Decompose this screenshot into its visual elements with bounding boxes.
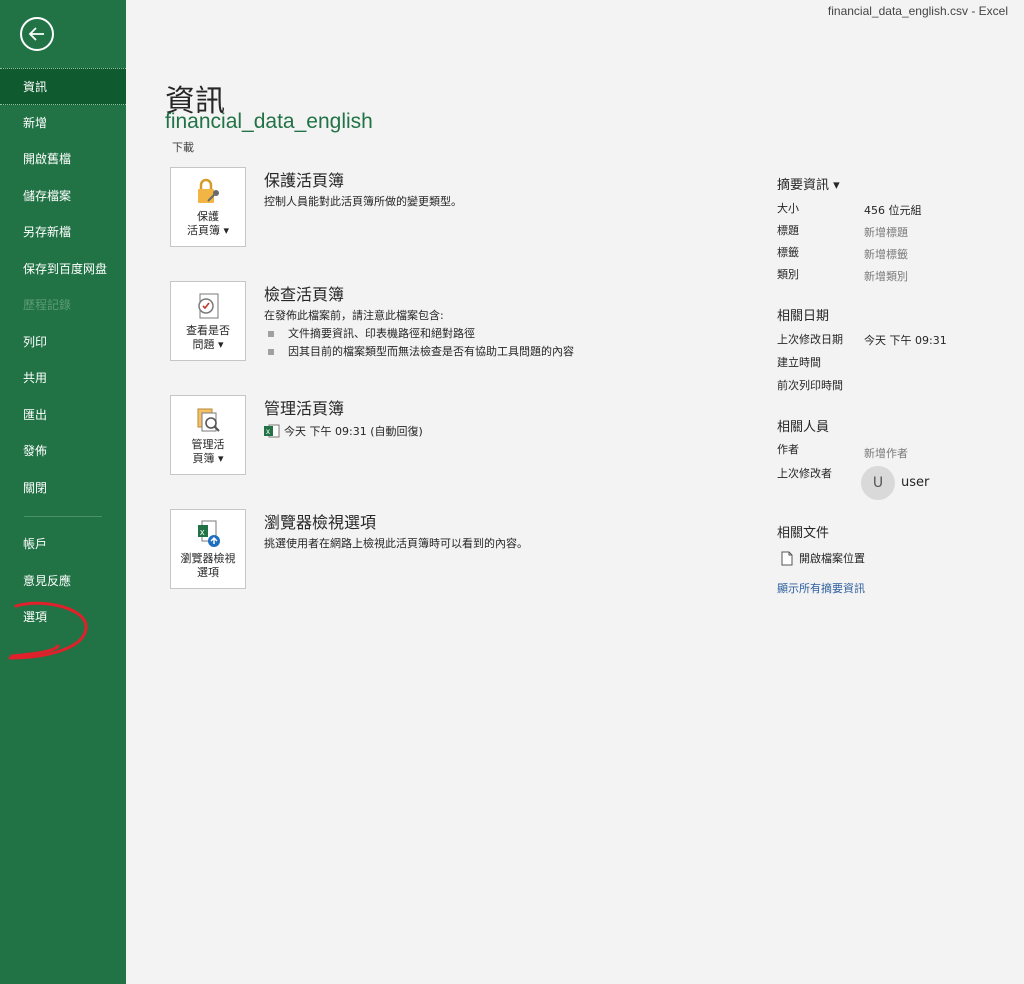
nav-item-publish[interactable]: 發佈 (0, 433, 126, 470)
prop-value-author[interactable]: 新增作者 (864, 445, 908, 461)
protect-workbook-button[interactable]: 保護 活頁簿 ▾ (170, 167, 246, 247)
list-item: 文件摘要資訊、印表機路徑和絕對路徑 (268, 325, 574, 343)
prop-value-modified: 今天 下午 09:31 (864, 334, 947, 347)
manage-versions-icon (191, 404, 225, 436)
user-name: user (901, 475, 930, 490)
inspect-workbook-title: 檢查活頁簿 (264, 285, 345, 304)
list-item: 因其目前的檔案類型而無法檢查是否有協助工具問題的內容 (268, 343, 574, 361)
protect-workbook-label-1: 保護 (197, 210, 219, 223)
check-issues-label-2: 問題 ▾ (192, 338, 224, 351)
document-location: 下載 (172, 141, 194, 154)
bullet-square-icon (268, 331, 274, 337)
prop-label-title: 標題 (777, 224, 799, 237)
nav-item-save[interactable]: 儲存檔案 (0, 178, 126, 215)
nav-item-info[interactable]: 資訊 (0, 68, 126, 105)
protect-workbook-desc: 控制人員能對此活頁簿所做的變更類型。 (264, 195, 462, 208)
manage-workbook-label-2: 頁簿 ▾ (192, 452, 224, 465)
prop-label-size: 大小 (777, 202, 799, 215)
nav-item-baidu[interactable]: 保存到百度网盘 (0, 251, 126, 288)
back-arrow-icon (28, 27, 44, 41)
nav-item-open[interactable]: 開啟舊檔 (0, 141, 126, 178)
nav-item-history: 歷程記錄 (23, 298, 72, 312)
nav-item-options[interactable]: 選項 (0, 599, 126, 636)
browser-view-options-button[interactable]: x 瀏覽器檢視 選項 (170, 509, 246, 589)
prop-label-tags: 標籤 (777, 246, 799, 259)
document-icon (781, 551, 793, 565)
nav-item-feedback[interactable]: 意見反應 (0, 563, 126, 600)
manage-workbook-button[interactable]: 管理活 頁簿 ▾ (170, 395, 246, 475)
manage-workbook-title: 管理活頁簿 (264, 399, 345, 418)
prop-value-category[interactable]: 新增類別 (864, 268, 908, 284)
browser-view-title: 瀏覽器檢視選項 (264, 513, 377, 532)
manage-workbook-label-1: 管理活 (191, 438, 225, 451)
avatar: U (861, 466, 895, 500)
open-file-location-label: 開啟檔案位置 (799, 552, 865, 565)
inspect-workbook-desc: 在發佈此檔案前，請注意此檔案包含: (264, 309, 444, 322)
prop-label-modified: 上次修改日期 (777, 333, 843, 346)
protect-workbook-title: 保護活頁簿 (264, 171, 345, 190)
prop-value-title[interactable]: 新增標題 (864, 224, 908, 240)
window-title: financial_data_english.csv - Excel (827, 4, 1008, 18)
nav-item-account[interactable]: 帳戶 (0, 526, 126, 563)
nav-item-new[interactable]: 新增 (0, 105, 126, 142)
browser-view-desc: 挑選使用者在網路上檢視此活頁簿時可以看到的內容。 (264, 537, 528, 550)
lock-key-icon (191, 176, 225, 208)
autorecover-version-item[interactable]: x 今天 下午 09:31 (自動回復) (264, 423, 423, 439)
prop-label-category: 類別 (777, 268, 799, 281)
related-dates-header: 相關日期 (777, 309, 830, 324)
prop-value-size: 456 位元組 (864, 204, 922, 217)
properties-dropdown[interactable]: 摘要資訊 ▾ (777, 174, 840, 193)
backstage-nav-bottom: 帳戶 意見反應 選項 (0, 526, 126, 636)
nav-item-print[interactable]: 列印 (0, 324, 126, 361)
prop-label-created: 建立時間 (777, 356, 821, 369)
browser-view-label-2: 選項 (197, 566, 219, 579)
related-people-header: 相關人員 (777, 420, 830, 435)
svg-text:x: x (266, 427, 270, 436)
nav-item-export[interactable]: 匯出 (0, 397, 126, 434)
document-name: financial_data_english (165, 110, 373, 133)
browser-view-label-1: 瀏覽器檢視 (180, 552, 236, 565)
bullet-square-icon (268, 349, 274, 355)
browser-view-icon: x (191, 518, 225, 550)
autorecover-version-label: 今天 下午 09:31 (自動回復) (284, 425, 423, 438)
nav-item-save-as[interactable]: 另存新檔 (0, 214, 126, 251)
inspect-document-icon (191, 290, 225, 322)
related-docs-header: 相關文件 (777, 526, 830, 541)
show-all-properties-link[interactable]: 顯示所有摘要資訊 (777, 580, 865, 596)
backstage-sidebar: 資訊 新增 開啟舊檔 儲存檔案 另存新檔 保存到百度网盘 歷程記錄 列印 共用 … (0, 0, 126, 984)
prop-label-printed: 前次列印時間 (777, 379, 843, 392)
open-file-location-link[interactable]: 開啟檔案位置 (781, 550, 865, 566)
nav-item-close[interactable]: 關閉 (0, 470, 126, 507)
nav-item-share[interactable]: 共用 (0, 360, 126, 397)
svg-text:x: x (200, 527, 205, 537)
backstage-nav: 資訊 新增 開啟舊檔 儲存檔案 另存新檔 保存到百度网盘 歷程記錄 列印 共用 … (0, 68, 126, 506)
check-issues-label-1: 查看是否 (186, 324, 230, 337)
nav-divider (24, 516, 102, 517)
prop-value-tags[interactable]: 新增標籤 (864, 246, 908, 262)
protect-workbook-label-2: 活頁簿 ▾ (186, 224, 230, 237)
back-button[interactable] (20, 17, 54, 51)
check-for-issues-button[interactable]: 查看是否 問題 ▾ (170, 281, 246, 361)
inspect-bullets: 文件摘要資訊、印表機路徑和絕對路徑 因其目前的檔案類型而無法檢查是否有協助工具問… (268, 325, 574, 361)
prop-label-author: 作者 (777, 443, 799, 456)
excel-file-icon: x (264, 424, 280, 438)
prop-label-last-modified-by: 上次修改者 (777, 467, 832, 480)
